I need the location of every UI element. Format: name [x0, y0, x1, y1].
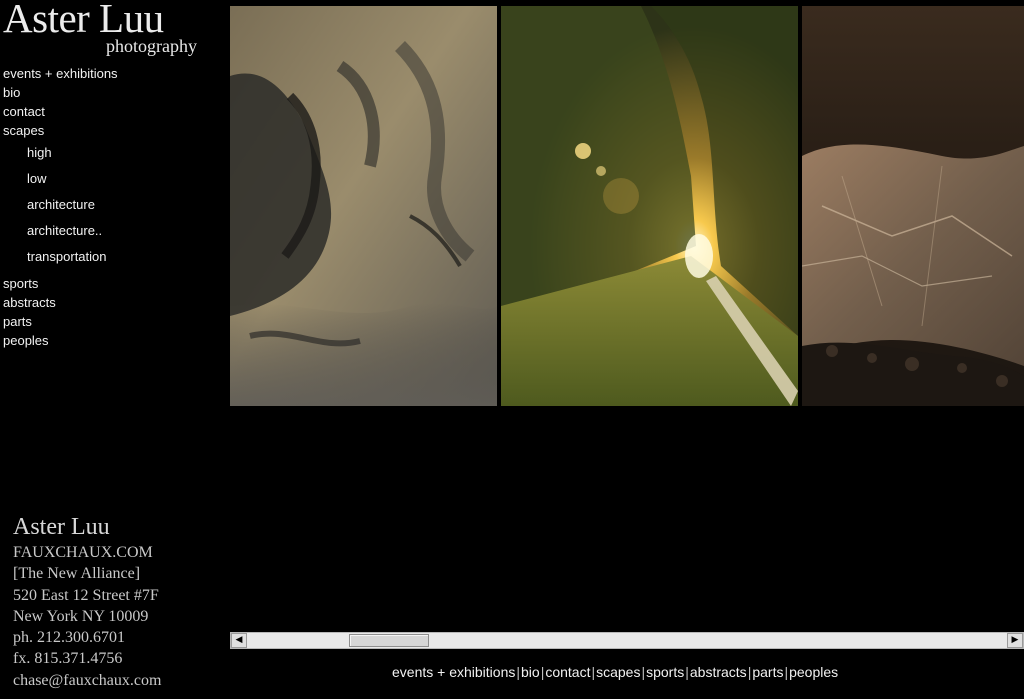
logo-subtitle: photography: [106, 36, 197, 56]
contact-phone: ph. 212.300.6701: [13, 629, 125, 647]
nav-item-peoples[interactable]: peoples: [3, 331, 218, 350]
contact-block: Aster Luu FAUXCHAUX.COM [The New Allianc…: [13, 512, 223, 691]
nav-subitem-transportation[interactable]: transportation: [27, 246, 218, 272]
nav-subitem-architecture[interactable]: architecture: [27, 194, 218, 220]
nav-item-bio[interactable]: bio: [3, 83, 218, 102]
footer-nav: events + exhibitions|bio|contact|scapes|…: [392, 663, 838, 681]
footer-link-events[interactable]: events + exhibitions: [392, 664, 515, 680]
contact-street: 520 East 12 Street #7F: [13, 586, 159, 604]
photo-icy-puddle[interactable]: [802, 6, 1024, 406]
site-logo[interactable]: Aster Luu photography: [3, 0, 213, 58]
scrollbar-thumb[interactable]: [349, 634, 429, 647]
nav-subitem-low[interactable]: low: [27, 168, 218, 194]
contact-email[interactable]: chase@fauxchaux.com: [13, 670, 223, 691]
contact-fax: fx. 815.371.4756: [13, 650, 123, 668]
footer-link-abstracts[interactable]: abstracts: [690, 664, 747, 680]
scroll-right-icon[interactable]: ▶: [1007, 633, 1023, 648]
photo-gallery: [230, 6, 1024, 406]
scapes-submenu: high low architecture architecture.. tra…: [3, 140, 218, 274]
nav-item-sports[interactable]: sports: [3, 274, 218, 293]
nav-item-scapes[interactable]: scapes: [3, 121, 218, 140]
footer-link-peoples[interactable]: peoples: [789, 664, 838, 680]
gallery-scrollbar[interactable]: ◀ ▶: [230, 632, 1024, 649]
contact-city: New York NY 10009: [13, 607, 149, 625]
photo-sunlit-path[interactable]: [501, 6, 798, 406]
photo-sand[interactable]: [230, 6, 497, 406]
scroll-left-icon[interactable]: ◀: [231, 633, 247, 648]
nav-item-contact[interactable]: contact: [3, 102, 218, 121]
logo-name: Aster Luu: [3, 0, 164, 41]
footer-link-parts[interactable]: parts: [752, 664, 783, 680]
contact-organization: [The New Alliance]: [13, 565, 141, 583]
nav-item-parts[interactable]: parts: [3, 312, 218, 331]
footer-link-contact[interactable]: contact: [545, 664, 590, 680]
contact-name: Aster Luu: [13, 514, 110, 540]
footer-link-sports[interactable]: sports: [646, 664, 684, 680]
footer-link-scapes[interactable]: scapes: [596, 664, 640, 680]
nav-item-events[interactable]: events + exhibitions: [3, 64, 218, 83]
contact-website[interactable]: FAUXCHAUX.COM: [13, 542, 223, 563]
nav-subitem-architecture-2[interactable]: architecture..: [27, 220, 218, 246]
footer-link-bio[interactable]: bio: [521, 664, 540, 680]
main-nav: events + exhibitions bio contact scapes …: [3, 64, 218, 350]
nav-subitem-high[interactable]: high: [27, 142, 218, 168]
nav-item-abstracts[interactable]: abstracts: [3, 293, 218, 312]
